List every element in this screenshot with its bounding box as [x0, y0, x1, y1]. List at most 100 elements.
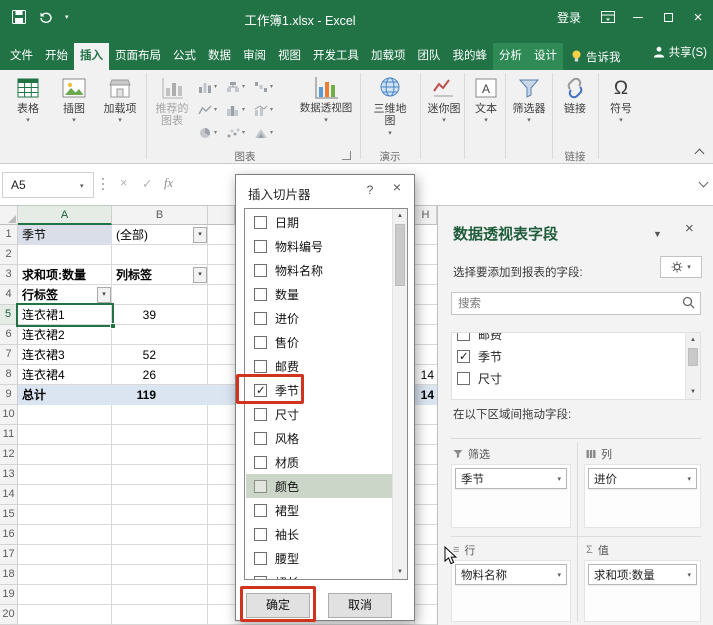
cell-H9[interactable]: 14 [415, 385, 437, 405]
hierarchy-chart-button[interactable]: ▾ [226, 75, 254, 98]
pane-field-row[interactable]: 季节 [454, 345, 684, 367]
column-header-H[interactable]: H [415, 206, 437, 225]
charts-dialog-launcher-icon[interactable] [342, 151, 351, 160]
chevron-down-icon[interactable]: ▾ [687, 571, 691, 579]
column-chart-button[interactable]: ▾ [198, 75, 226, 98]
select-all-corner[interactable] [0, 206, 18, 225]
ribbon-tab[interactable]: 设计 [528, 43, 563, 70]
field-checkbox[interactable] [254, 527, 267, 541]
cell-B1[interactable]: (全部) ▾ [112, 225, 208, 245]
row-header[interactable]: 19 [0, 585, 18, 605]
field-checkbox[interactable] [457, 349, 470, 363]
pane-list-scrollbar[interactable]: ▲ ▼ [685, 333, 700, 399]
search-input[interactable] [451, 292, 701, 315]
field-checkbox[interactable] [254, 383, 267, 397]
column-header-B[interactable]: B [112, 206, 208, 225]
slicer-field-row[interactable]: 材质 [246, 450, 392, 474]
row-header[interactable]: 18 [0, 565, 18, 585]
undo-icon[interactable] [38, 11, 53, 24]
cell-A6[interactable]: 连衣裙2 [18, 325, 112, 345]
cell-A7[interactable]: 连衣裙3 [18, 345, 112, 365]
ribbon-tab[interactable]: 审阅 [237, 43, 272, 70]
pivot-chart-button[interactable]: 数据透视图 ▾ [298, 73, 354, 124]
slicer-field-row[interactable]: 裙长 [246, 570, 392, 579]
share-button[interactable]: 共享(S) [653, 44, 707, 60]
text-button[interactable]: A 文本 ▾ [467, 73, 505, 124]
scrollbar-thumb[interactable] [395, 224, 405, 286]
cancel-button[interactable]: 取消 [328, 593, 392, 618]
row-header[interactable]: 13 [0, 465, 18, 485]
pane-tools-button[interactable]: ▾ [660, 256, 702, 278]
row-header[interactable]: 20 [0, 605, 18, 625]
slicer-field-row[interactable]: 售价 [246, 330, 392, 354]
row-header[interactable]: 11 [0, 425, 18, 445]
row-header[interactable]: 12 [0, 445, 18, 465]
field-checkbox[interactable] [254, 407, 267, 421]
cancel-entry-icon[interactable]: × [120, 176, 127, 190]
cell-C9-partial[interactable] [208, 385, 235, 405]
field-checkbox[interactable] [457, 371, 470, 385]
field-checkbox[interactable] [254, 479, 267, 493]
combo-chart-button[interactable]: ▾ [254, 98, 282, 121]
tables-button[interactable]: 表格 ▾ [6, 73, 50, 124]
pane-close-icon[interactable]: × [685, 220, 694, 237]
cell-A9[interactable]: 总计 [18, 385, 112, 405]
ribbon-tab[interactable]: 开发工具 [307, 43, 365, 70]
pane-field-row[interactable]: 尺寸 [454, 367, 684, 389]
filters-field-chip[interactable]: 季节 ▾ [455, 468, 567, 489]
filters-button[interactable]: 筛选器 ▾ [508, 73, 550, 124]
ribbon-tab[interactable]: 我的蜂 [447, 43, 494, 70]
ribbon-tab[interactable]: 页面布局 [109, 43, 167, 70]
slicer-field-row[interactable]: 颜色 [246, 474, 392, 498]
cell-B8[interactable]: 26 [112, 365, 208, 385]
scrollbar-thumb[interactable] [688, 348, 698, 366]
dialog-help-icon[interactable]: ? [360, 183, 380, 197]
ribbon-tab[interactable]: 分析 [493, 43, 528, 70]
search-icon[interactable] [682, 296, 695, 312]
column-header-A[interactable]: A [18, 206, 112, 225]
slicer-field-row[interactable]: 进价 [246, 306, 392, 330]
slicer-field-row[interactable]: 邮费 [246, 354, 392, 378]
dialog-close-icon[interactable]: × [385, 179, 409, 195]
formula-bar-splitter[interactable] [102, 178, 104, 180]
hyperlink-button[interactable]: 链接 [556, 73, 594, 115]
chevron-down-icon[interactable]: ▾ [557, 475, 561, 483]
cell-A4[interactable]: 行标签 ▾ [18, 285, 112, 305]
maximize-button[interactable] [653, 0, 683, 34]
column-header-partial[interactable] [208, 206, 235, 225]
field-checkbox[interactable] [254, 575, 267, 579]
collapse-ribbon-icon[interactable] [694, 148, 705, 159]
surface-chart-button[interactable]: ▾ [254, 121, 282, 144]
row-header[interactable]: 5 [0, 305, 18, 325]
name-box-dropdown-icon[interactable]: ▾ [80, 182, 84, 190]
minimize-button[interactable] [623, 0, 653, 34]
slicer-field-row[interactable]: 物料编号 [246, 234, 392, 258]
cell-B9[interactable]: 119 [112, 385, 208, 405]
symbols-button[interactable]: Ω 符号 ▾ [602, 73, 640, 125]
fill-handle[interactable] [110, 323, 116, 329]
values-field-chip[interactable]: 求和项:数量 ▾ [588, 564, 697, 585]
ribbon-tab[interactable]: 加载项 [365, 43, 412, 70]
column-labels-dropdown-icon[interactable]: ▾ [193, 267, 207, 283]
scroll-up-icon[interactable]: ▲ [686, 333, 700, 347]
row-header[interactable]: 7 [0, 345, 18, 365]
scroll-down-icon[interactable]: ▼ [686, 385, 700, 399]
row-header[interactable]: 2 [0, 245, 18, 265]
cell-B3[interactable]: 列标签 ▾ [112, 265, 208, 285]
row-header[interactable]: 15 [0, 505, 18, 525]
field-checkbox[interactable] [254, 311, 267, 325]
cell-B5[interactable]: 39 [112, 305, 208, 325]
slicer-field-row[interactable]: 裙型 [246, 498, 392, 522]
field-checkbox[interactable] [254, 239, 267, 253]
row-header[interactable]: 14 [0, 485, 18, 505]
slicer-field-row[interactable]: 尺寸 [246, 402, 392, 426]
field-checkbox[interactable] [254, 359, 267, 373]
recommended-charts-button[interactable]: 推荐的图表 [150, 73, 194, 128]
field-checkbox[interactable] [254, 287, 267, 301]
chevron-down-icon[interactable]: ▾ [557, 571, 561, 579]
cell-A1[interactable]: 季节 [18, 225, 112, 245]
slicer-field-row[interactable]: 日期 [246, 210, 392, 234]
map-3d-button[interactable]: 三维地图 ▾ [364, 73, 416, 137]
save-icon[interactable] [12, 10, 26, 24]
row-header[interactable]: 3 [0, 265, 18, 285]
